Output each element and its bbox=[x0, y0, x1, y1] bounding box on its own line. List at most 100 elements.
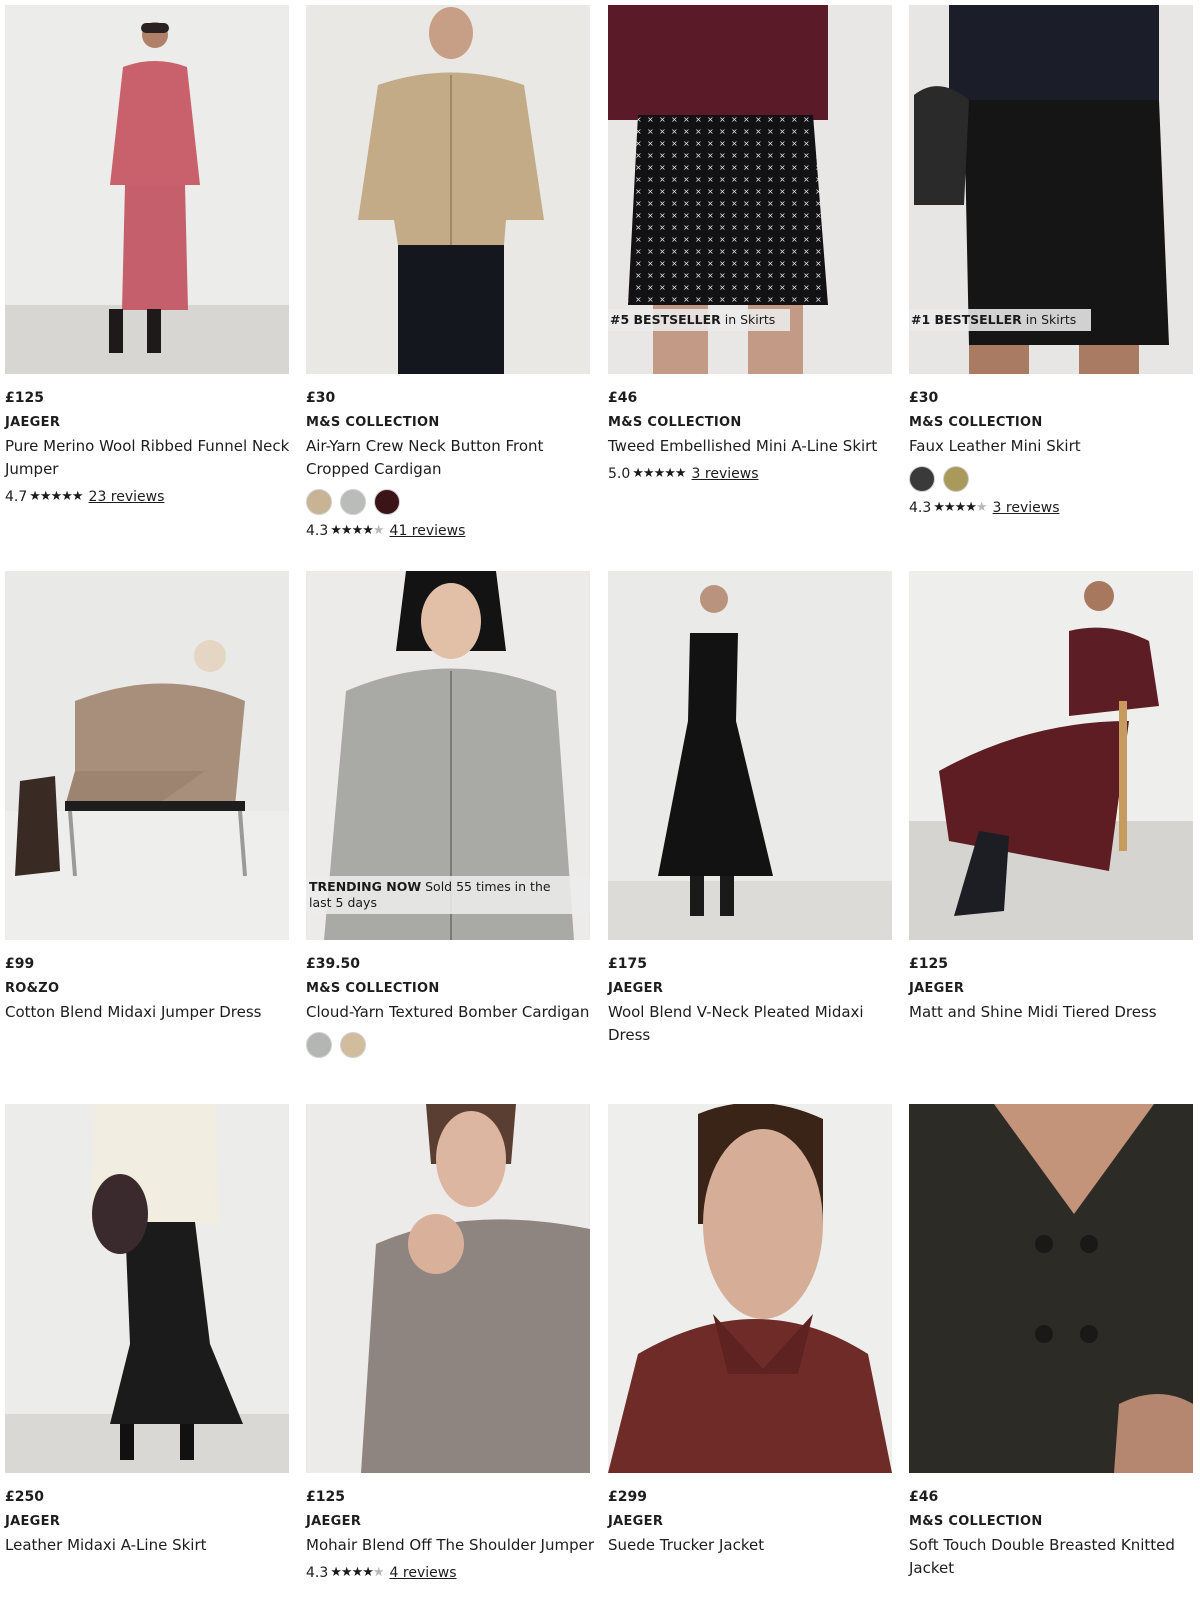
star-icon: ★ bbox=[372, 523, 385, 538]
rating-score: 4.3 bbox=[306, 523, 329, 539]
star-icon: ★ bbox=[351, 523, 364, 538]
product-price: £125 bbox=[909, 956, 948, 972]
rating-score: 4.3 bbox=[909, 500, 932, 516]
star-icon: ★ bbox=[330, 1565, 342, 1580]
colour-swatch[interactable] bbox=[909, 466, 935, 492]
star-rating-icon: ★★★★★ bbox=[29, 487, 83, 507]
colour-swatch[interactable] bbox=[943, 466, 969, 492]
product-photo-leather-skirt bbox=[5, 1104, 289, 1473]
bestseller-badge: #5 BESTSELLER in Skirts bbox=[608, 309, 791, 331]
product-price: £30 bbox=[909, 390, 939, 406]
product-brand: JAEGER bbox=[306, 1514, 362, 1529]
star-rating-icon: ★★★★★ bbox=[330, 1563, 385, 1583]
product-name[interactable]: Leather Midaxi A-Line Skirt bbox=[5, 1534, 295, 1557]
product-price: £46 bbox=[909, 1489, 939, 1505]
colour-swatches bbox=[306, 1032, 596, 1058]
colour-swatch[interactable] bbox=[306, 1032, 332, 1058]
product-brand: JAEGER bbox=[5, 415, 61, 430]
star-icon: ★ bbox=[943, 500, 956, 515]
star-icon: ★ bbox=[362, 1565, 374, 1580]
product-name[interactable]: Suede Trucker Jacket bbox=[608, 1534, 898, 1557]
product-photo-jumper-pink bbox=[5, 5, 289, 374]
product-brand: M&S COLLECTION bbox=[608, 415, 742, 430]
product-price: £125 bbox=[306, 1489, 345, 1505]
colour-swatch[interactable] bbox=[340, 489, 366, 515]
star-icon: ★ bbox=[965, 500, 977, 515]
product-image[interactable] bbox=[909, 571, 1193, 940]
reviews-link[interactable]: 4 reviews bbox=[390, 1563, 457, 1583]
product-brand: JAEGER bbox=[608, 981, 664, 996]
colour-swatches bbox=[306, 489, 596, 515]
product-brand: M&S COLLECTION bbox=[909, 1514, 1043, 1529]
reviews-link[interactable]: 23 reviews bbox=[89, 487, 165, 507]
star-icon: ★ bbox=[61, 489, 73, 504]
product-name[interactable]: Cotton Blend Midaxi Jumper Dress bbox=[5, 1001, 295, 1024]
product-photo-knitted-jacket bbox=[909, 1104, 1193, 1473]
product-price: £175 bbox=[608, 956, 647, 972]
star-icon: ★ bbox=[664, 466, 676, 481]
star-rating-icon: ★★★★★ bbox=[330, 521, 385, 541]
colour-swatches bbox=[909, 466, 1199, 492]
rating-score: 4.7 bbox=[5, 489, 28, 505]
product-image[interactable] bbox=[306, 5, 590, 374]
product-name[interactable]: Pure Merino Wool Ribbed Funnel Neck Jump… bbox=[5, 435, 295, 481]
product-name[interactable]: Soft Touch Double Breasted Knitted Jacke… bbox=[909, 1534, 1199, 1580]
star-icon: ★ bbox=[362, 523, 374, 538]
colour-swatch[interactable] bbox=[306, 489, 332, 515]
product-price: £39.50 bbox=[306, 956, 361, 972]
product-brand: JAEGER bbox=[608, 1514, 664, 1529]
star-icon: ★ bbox=[642, 466, 655, 481]
product-name[interactable]: Matt and Shine Midi Tiered Dress bbox=[909, 1001, 1199, 1024]
product-image[interactable] bbox=[5, 571, 289, 940]
product-rating: 4.7 ★★★★★ 23 reviews bbox=[5, 487, 295, 507]
star-icon: ★ bbox=[39, 489, 52, 504]
product-brand: M&S COLLECTION bbox=[909, 415, 1043, 430]
star-icon: ★ bbox=[372, 1565, 385, 1580]
product-brand: M&S COLLECTION bbox=[306, 981, 440, 996]
star-icon: ★ bbox=[50, 489, 63, 504]
rating-score: 5.0 bbox=[608, 466, 631, 482]
star-rating-icon: ★★★★★ bbox=[933, 498, 987, 518]
product-price: £30 bbox=[306, 390, 336, 406]
star-rating-icon: ★★★★★ bbox=[632, 464, 687, 484]
star-icon: ★ bbox=[653, 466, 666, 481]
star-icon: ★ bbox=[933, 500, 945, 515]
product-name[interactable]: Cloud-Yarn Textured Bomber Cardigan bbox=[306, 1001, 596, 1024]
product-image[interactable] bbox=[608, 571, 892, 940]
bestseller-badge: #1 BESTSELLER in Skirts bbox=[909, 309, 1092, 331]
product-price: £299 bbox=[608, 1489, 647, 1505]
product-rating: 5.0 ★★★★★ 3 reviews bbox=[608, 464, 898, 484]
product-rating: 4.3 ★★★★★ 4 reviews bbox=[306, 1563, 596, 1583]
star-icon: ★ bbox=[674, 466, 687, 481]
colour-swatch[interactable] bbox=[374, 489, 400, 515]
trending-badge: TRENDING NOW Sold 55 times in the last 5… bbox=[306, 876, 590, 914]
colour-swatch[interactable] bbox=[340, 1032, 366, 1058]
product-price: £99 bbox=[5, 956, 35, 972]
star-icon: ★ bbox=[351, 1565, 364, 1580]
product-price: £125 bbox=[5, 390, 44, 406]
product-image[interactable] bbox=[5, 1104, 289, 1473]
product-brand: JAEGER bbox=[5, 1514, 61, 1529]
product-rating: 4.3 ★★★★★ 3 reviews bbox=[909, 498, 1199, 518]
product-name[interactable]: Air-Yarn Crew Neck Button Front Cropped … bbox=[306, 435, 596, 481]
product-photo-suede-jacket bbox=[608, 1104, 892, 1473]
reviews-link[interactable]: 3 reviews bbox=[993, 498, 1060, 518]
product-image[interactable] bbox=[909, 1104, 1193, 1473]
product-name[interactable]: Faux Leather Mini Skirt bbox=[909, 435, 1199, 458]
product-photo-mohair-jumper bbox=[306, 1104, 590, 1473]
reviews-link[interactable]: 3 reviews bbox=[692, 464, 759, 484]
product-price: £250 bbox=[5, 1489, 44, 1505]
product-name[interactable]: Tweed Embellished Mini A-Line Skirt bbox=[608, 435, 898, 458]
product-image[interactable] bbox=[306, 1104, 590, 1473]
product-brand: M&S COLLECTION bbox=[306, 415, 440, 430]
product-name[interactable]: Wool Blend V-Neck Pleated Midaxi Dress bbox=[608, 1001, 898, 1047]
product-brand: JAEGER bbox=[909, 981, 965, 996]
reviews-link[interactable]: 41 reviews bbox=[390, 521, 466, 541]
product-name[interactable]: Mohair Blend Off The Shoulder Jumper bbox=[306, 1534, 596, 1557]
product-photo-pleated-dress bbox=[608, 571, 892, 940]
product-image[interactable] bbox=[608, 1104, 892, 1473]
star-icon: ★ bbox=[632, 466, 644, 481]
star-icon: ★ bbox=[340, 1565, 353, 1580]
product-image[interactable] bbox=[5, 5, 289, 374]
star-icon: ★ bbox=[29, 489, 41, 504]
